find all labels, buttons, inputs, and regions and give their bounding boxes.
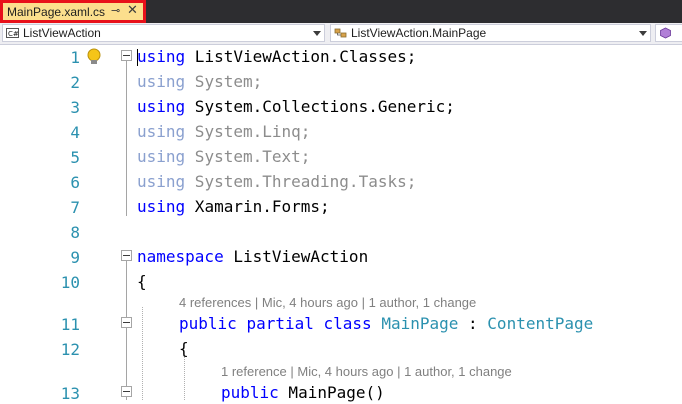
keyword: using [137, 197, 186, 216]
line-number: 3 [70, 98, 80, 117]
code-rest: System.Threading.Tasks; [185, 172, 417, 191]
class-name: MainPage [381, 314, 459, 333]
code-rest: Xamarin.Forms; [185, 197, 330, 216]
collapse-toggle[interactable] [121, 250, 132, 261]
code-line[interactable]: 3 using System.Collections.Generic; [0, 96, 682, 118]
code-editor[interactable]: 1 using ListViewAction.Classes; 2 using … [0, 45, 682, 403]
type-dropdown-value: ListViewAction.MainPage [351, 26, 487, 40]
code-text: using System.Threading.Tasks; [137, 172, 416, 191]
document-tab-strip: MainPage.xaml.cs ⊸ ✕ [0, 0, 682, 23]
class-icon [334, 28, 347, 38]
code-text: using System.Collections.Generic; [137, 97, 455, 116]
keyword: using [137, 97, 186, 116]
code-line[interactable]: 1 using ListViewAction.Classes; [0, 46, 682, 68]
code-line[interactable]: 4 using System.Linq; [0, 121, 682, 143]
keyword: namespace [137, 247, 224, 266]
keyword: public [221, 383, 279, 402]
line-number: 11 [60, 315, 80, 334]
pin-icon[interactable]: ⊸ [111, 4, 120, 17]
collapse-toggle[interactable] [121, 317, 132, 328]
code-rest: ListViewAction.Classes; [185, 47, 417, 66]
code-line[interactable]: 7 using Xamarin.Forms; [0, 196, 682, 218]
code-text: using System.Linq; [137, 122, 310, 141]
line-number: 4 [70, 123, 80, 142]
codelens-row: 1 reference | Mic, 4 hours ago | 1 autho… [0, 363, 682, 383]
line-number: 9 [70, 248, 80, 267]
collapse-toggle[interactable] [121, 386, 132, 397]
line-number: 12 [60, 340, 80, 359]
collapse-toggle[interactable] [121, 50, 132, 61]
keyword: using [137, 147, 186, 166]
code-line[interactable]: 2 using System; [0, 71, 682, 93]
code-rest: MainPage() [278, 383, 385, 402]
line-number: 1 [70, 48, 80, 67]
code-text: namespace ListViewAction [137, 247, 368, 266]
code-line[interactable]: 10 { [0, 271, 682, 293]
chevron-down-icon [313, 31, 321, 36]
line-number: 13 [60, 384, 80, 403]
code-text: public partial class MainPage : ContentP… [179, 314, 593, 333]
code-rest: System.Text; [185, 147, 311, 166]
line-number: 8 [70, 223, 80, 242]
keyword: public [179, 314, 237, 333]
keyword: using [137, 47, 186, 66]
code-text: { [179, 339, 189, 358]
code-line[interactable]: 5 using System.Text; [0, 146, 682, 168]
close-icon[interactable]: ✕ [127, 3, 138, 18]
line-number: 2 [70, 73, 80, 92]
project-dropdown-value: ListViewAction [23, 26, 101, 40]
tab-title: MainPage.xaml.cs [7, 5, 106, 19]
code-rest: ListViewAction [223, 247, 369, 266]
code-rest: System; [185, 72, 263, 91]
csharp-project-icon: C# [6, 28, 19, 38]
base-class-name: ContentPage [487, 314, 594, 333]
member-dropdown[interactable] [655, 24, 682, 42]
code-rest: System.Linq; [185, 122, 311, 141]
code-line[interactable]: 11 public partial class MainPage : Conte… [0, 313, 682, 335]
svg-text:C#: C# [8, 30, 19, 38]
project-dropdown[interactable]: C# ListViewAction [2, 24, 325, 42]
code-line[interactable]: 9 namespace ListViewAction [0, 246, 682, 268]
method-icon [660, 27, 671, 39]
code-text: public MainPage() [221, 383, 385, 402]
code-text: using System.Text; [137, 147, 310, 166]
line-number: 7 [70, 198, 80, 217]
type-dropdown[interactable]: ListViewAction.MainPage [330, 24, 651, 42]
code-line[interactable]: 12 { [0, 338, 682, 360]
keyword: using [137, 122, 186, 141]
keyword: partial [246, 314, 314, 333]
code-rest: System.Collections.Generic; [185, 97, 455, 116]
line-number: 5 [70, 148, 80, 167]
keyword: class [323, 314, 372, 333]
lightbulb-icon[interactable] [85, 47, 103, 67]
document-tab-mainpage[interactable]: MainPage.xaml.cs ⊸ ✕ [0, 0, 146, 23]
line-number: 10 [60, 273, 80, 292]
codelens-row: 4 references | Mic, 4 hours ago | 1 auth… [0, 294, 682, 314]
codelens-info[interactable]: 1 reference | Mic, 4 hours ago | 1 autho… [221, 364, 512, 379]
code-text: using ListViewAction.Classes; [137, 47, 416, 66]
code-text: using Xamarin.Forms; [137, 197, 330, 216]
codelens-info[interactable]: 4 references | Mic, 4 hours ago | 1 auth… [179, 295, 476, 310]
code-line[interactable]: 8 [0, 221, 682, 243]
navigation-bar: C# ListViewAction ListViewAction.MainPag… [0, 23, 682, 45]
line-number: 6 [70, 173, 80, 192]
keyword: using [137, 172, 186, 191]
code-line[interactable]: 6 using System.Threading.Tasks; [0, 171, 682, 193]
chevron-down-icon [639, 31, 647, 36]
code-separator: : [458, 314, 488, 333]
code-line[interactable]: 13 public MainPage() [0, 382, 682, 404]
code-text: { [137, 272, 147, 291]
code-text: using System; [137, 72, 262, 91]
keyword: using [137, 72, 186, 91]
